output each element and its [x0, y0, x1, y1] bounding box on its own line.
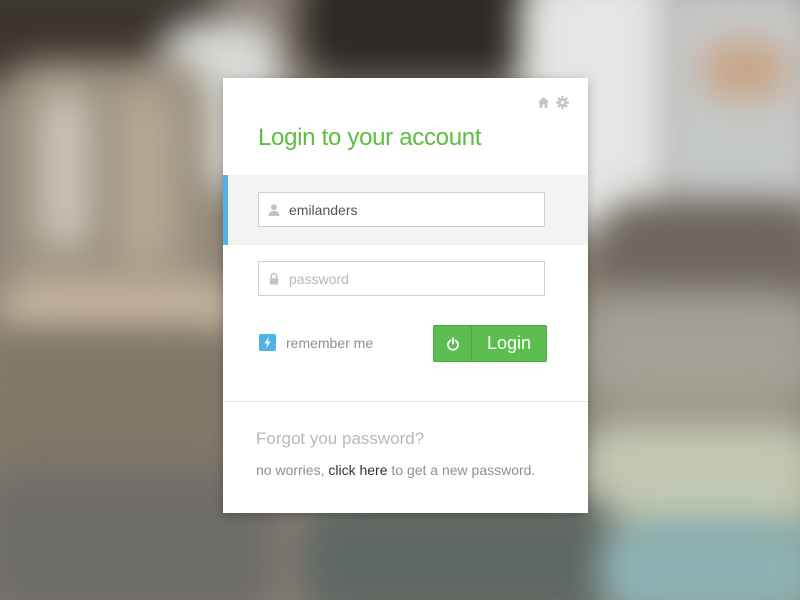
forgot-text-after: to get a new password. — [387, 462, 536, 478]
username-field[interactable] — [258, 192, 545, 227]
user-icon — [267, 203, 281, 217]
remember-me-toggle[interactable]: remember me — [259, 334, 373, 351]
section-divider — [223, 401, 588, 402]
login-card: Login to your account remember me — [223, 78, 588, 513]
username-input[interactable] — [289, 193, 539, 226]
lock-icon — [267, 272, 281, 286]
remember-me-checkbox[interactable] — [259, 334, 276, 351]
gear-icon[interactable] — [556, 96, 569, 109]
remember-me-label: remember me — [286, 334, 374, 351]
forgot-password-heading: Forgot you password? — [256, 429, 425, 448]
card-toolbar — [537, 96, 569, 109]
login-button[interactable]: Login — [433, 325, 547, 362]
page-title: Login to your account — [258, 124, 482, 151]
forgot-password-text: no worries, click here to get a new pass… — [256, 462, 535, 478]
forgot-text-before: no worries, — [256, 462, 329, 478]
power-icon — [434, 326, 472, 361]
reset-password-link[interactable]: click here — [328, 462, 387, 478]
home-icon[interactable] — [537, 96, 550, 109]
active-row-indicator — [223, 175, 228, 245]
login-button-label: Login — [486, 333, 532, 353]
password-input[interactable] — [289, 262, 539, 295]
lightning-icon — [264, 336, 271, 349]
password-field[interactable] — [258, 261, 545, 296]
